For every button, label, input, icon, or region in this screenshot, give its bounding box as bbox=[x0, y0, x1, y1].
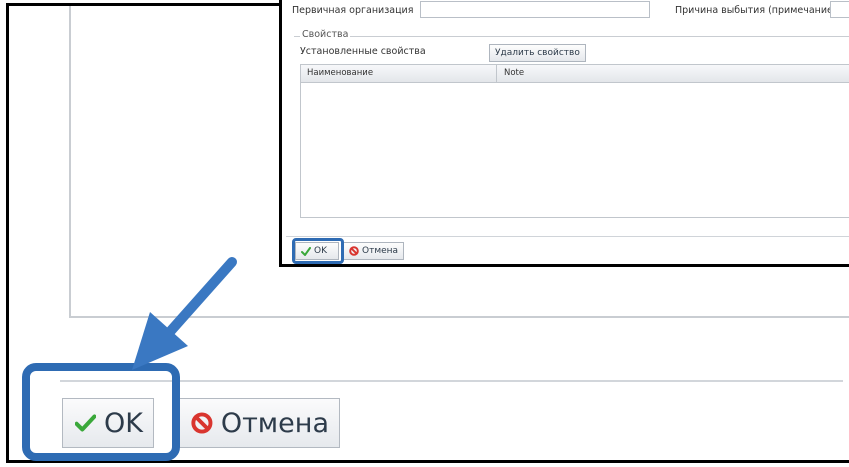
reason-label: Причина выбытия (примечание) bbox=[675, 5, 837, 16]
inset-top-row: Первичная организация Причина выбытия (п… bbox=[282, 0, 849, 22]
grid-column-name[interactable]: Наименование bbox=[307, 68, 373, 78]
installed-props-label: Установленные свойства bbox=[300, 46, 426, 57]
delete-property-button[interactable]: Удалить свойство bbox=[489, 44, 586, 62]
properties-legend: Свойства bbox=[300, 29, 351, 40]
reason-field[interactable] bbox=[830, 1, 849, 18]
grid-header: Наименование Note bbox=[301, 65, 849, 83]
inset-ok-highlight bbox=[292, 238, 344, 264]
grid-column-note[interactable]: Note bbox=[504, 68, 524, 78]
inset-cancel-label: Отмена bbox=[362, 246, 399, 256]
grid-column-divider[interactable] bbox=[496, 65, 497, 82]
delete-property-label: Удалить свойство bbox=[495, 48, 580, 58]
primary-org-label: Первичная организация bbox=[292, 5, 414, 16]
primary-org-field[interactable] bbox=[420, 1, 650, 18]
no-entry-icon bbox=[349, 246, 359, 256]
inset-button-separator bbox=[286, 236, 849, 237]
inset-dialog-screenshot: Первичная организация Причина выбытия (п… bbox=[279, 0, 849, 267]
properties-grid: Наименование Note bbox=[300, 64, 849, 218]
inset-cancel-button[interactable]: Отмена bbox=[343, 242, 405, 260]
